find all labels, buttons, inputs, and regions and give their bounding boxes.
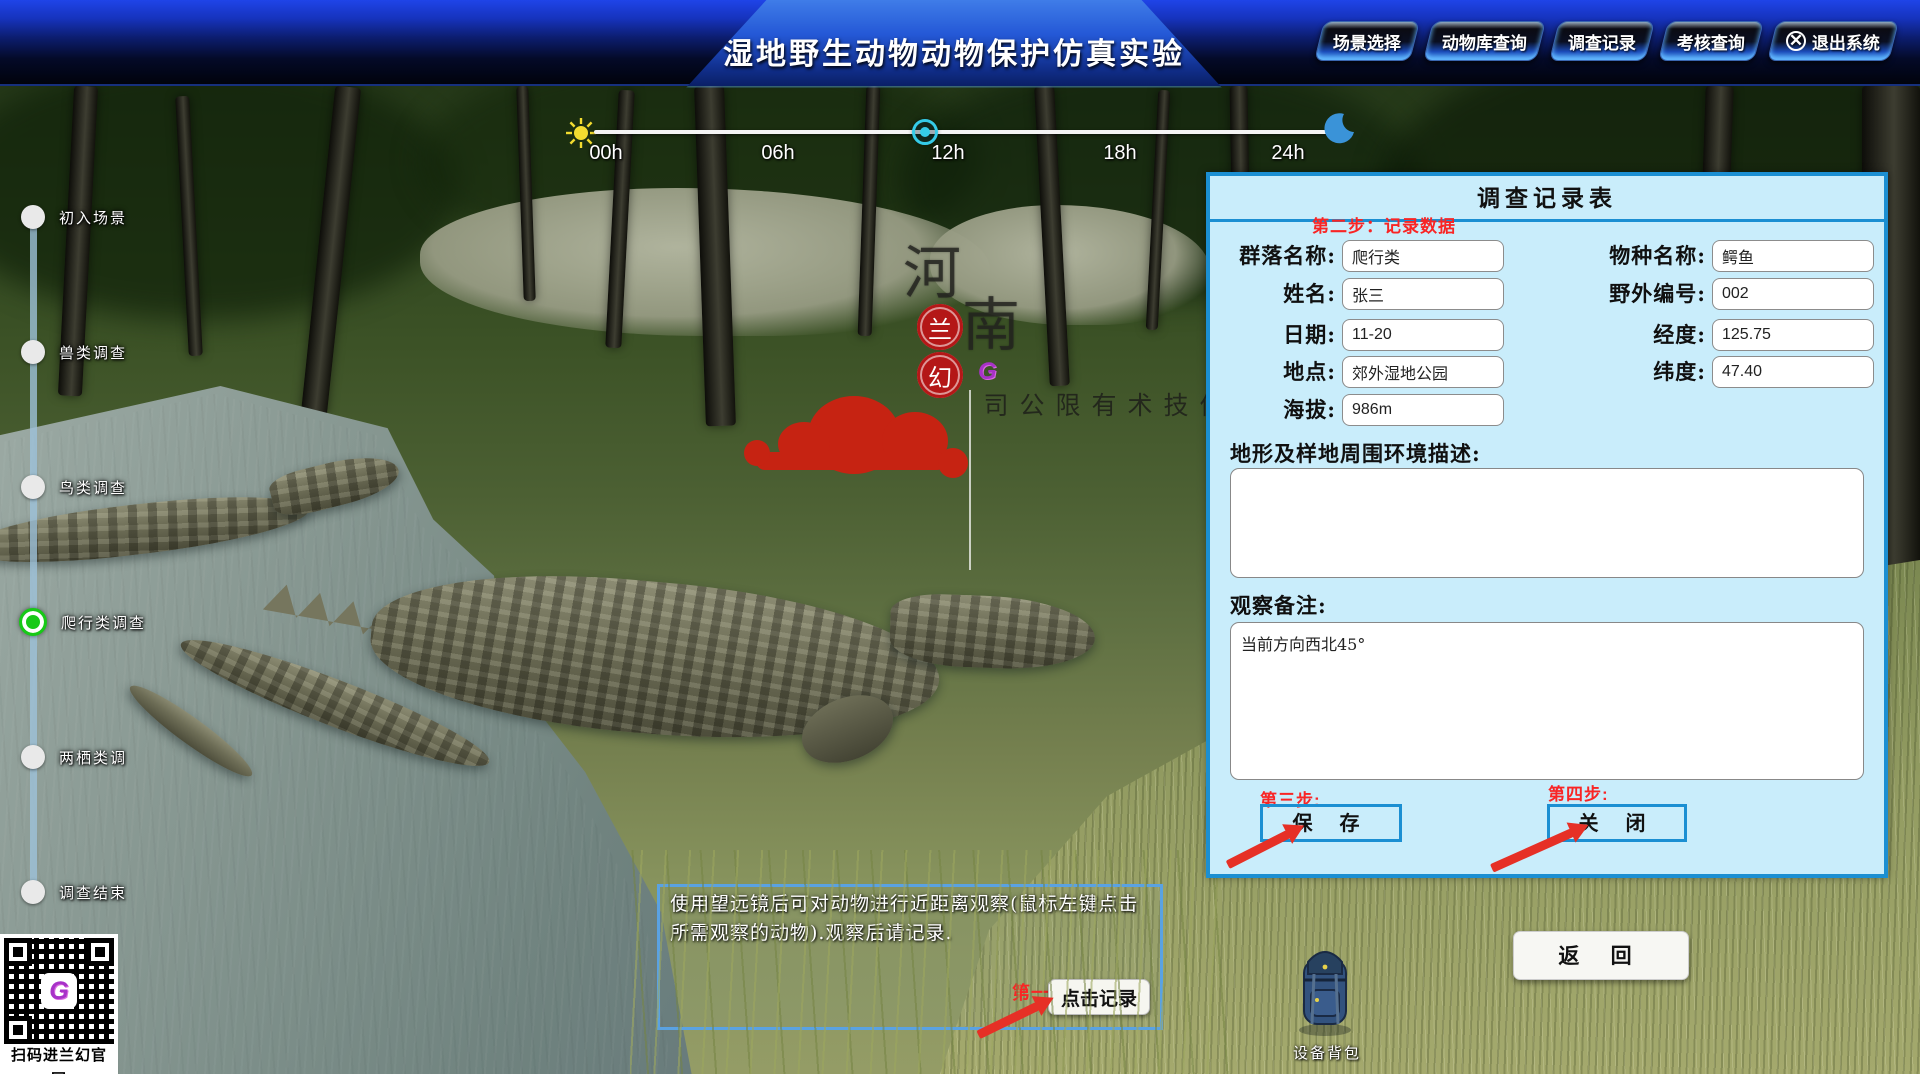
red-cloud-ornament [756, 396, 971, 496]
date-input[interactable] [1342, 319, 1504, 351]
latitude-input[interactable] [1712, 356, 1874, 388]
day-night-timeline: 00h 06h 12h 18h 24h [566, 104, 1356, 168]
progress-step-reptile-survey-active[interactable]: 爬行类调查 [21, 609, 146, 635]
app-stage: 河 南 兰 幻 G 软件技术有限公司 湿地野生动物动物保护仿真实验 场景选择 动… [0, 0, 1920, 1074]
species-name-label: 物种名称: [1550, 240, 1706, 272]
longitude-input[interactable] [1712, 319, 1874, 351]
progress-dot [21, 745, 45, 769]
progress-step-bird-survey[interactable]: 鸟类调查 [21, 474, 127, 500]
watermark-char: 河 [903, 226, 961, 310]
progress-dot-active [19, 608, 47, 636]
longitude-label: 经度: [1550, 319, 1706, 351]
top-header-bar: 湿地野生动物动物保护仿真实验 场景选择 动物库查询 调查记录 考核查询 ✕ 退出… [0, 0, 1920, 86]
progress-step-amphibian-survey[interactable]: 两栖类调 [21, 744, 127, 770]
observation-notes-textarea[interactable]: 当前方向西北45° [1230, 622, 1864, 780]
latitude-label: 纬度: [1550, 356, 1706, 388]
qr-center-logo: G [41, 973, 77, 1009]
timeline-tick: 12h [916, 142, 980, 165]
seal-stamp: 幻 [917, 352, 963, 398]
title-plate: 湿地野生动物动物保护仿真实验 [686, 0, 1222, 86]
date-label: 日期: [1210, 319, 1336, 351]
moon-icon [1322, 112, 1356, 151]
nav-animal-db-button[interactable]: 动物库查询 [1423, 21, 1546, 61]
observation-notes-label: 观察备注: [1230, 590, 1327, 620]
return-button[interactable]: 返 回 [1513, 931, 1689, 980]
qr-code-block[interactable]: G 扫码进兰幻官网 [0, 934, 118, 1074]
progress-dot [21, 475, 45, 499]
equipment-backpack-icon[interactable] [1292, 940, 1358, 1043]
survey-record-form-panel: 调查记录表 第二步：记录数据 群落名称: 姓名: 日期: 地点: 海拔: 物种名… [1206, 172, 1888, 878]
terrain-description-label: 地形及样地周围环境描述: [1230, 438, 1481, 468]
nav-survey-record-button[interactable]: 调查记录 [1549, 21, 1655, 61]
progress-step-mammal-survey[interactable]: 兽类调查 [21, 339, 127, 365]
location-label: 地点: [1210, 356, 1336, 388]
watermark-char: 南 [962, 278, 1020, 362]
app-title: 湿地野生动物动物保护仿真实验 [723, 13, 1185, 73]
altitude-input[interactable] [1342, 394, 1504, 426]
top-nav: 场景选择 动物库查询 调查记录 考核查询 ✕ 退出系统 [1319, 21, 1894, 61]
name-label: 姓名: [1210, 278, 1336, 310]
lanhuan-logo: G [978, 358, 997, 386]
exit-x-icon: ✕ [1786, 31, 1806, 51]
timeline-track[interactable] [594, 130, 1328, 134]
crocodile-large[interactable] [110, 540, 1110, 790]
qr-finder-icon [4, 938, 32, 966]
progress-dot [21, 880, 45, 904]
community-name-input[interactable] [1342, 240, 1504, 272]
altitude-label: 海拔: [1210, 394, 1336, 426]
step2-label: 第二步：记录数据 [1312, 212, 1456, 237]
timeline-tick: 06h [746, 142, 810, 165]
community-name-label: 群落名称: [1210, 240, 1336, 272]
seal-stamp: 兰 [917, 304, 963, 350]
progress-step-survey-end[interactable]: 调查结束 [21, 879, 127, 905]
progress-step-enter-scene[interactable]: 初入场景 [21, 204, 127, 230]
progress-dot [21, 205, 45, 229]
instruction-box: 使用望远镜后可对动物进行近距离观察(鼠标左键点击所需观察的动物).观察后请记录.… [657, 884, 1163, 1030]
progress-dot [21, 340, 45, 364]
qr-finder-icon [86, 938, 114, 966]
qr-pattern: G [4, 938, 114, 1044]
location-input[interactable] [1342, 356, 1504, 388]
field-number-label: 野外编号: [1550, 278, 1706, 310]
nav-scene-select-button[interactable]: 场景选择 [1314, 21, 1420, 61]
species-name-input[interactable] [1712, 240, 1874, 272]
name-input[interactable] [1342, 278, 1504, 310]
nav-exit-button[interactable]: ✕ 退出系统 [1767, 21, 1899, 61]
qr-caption: 扫码进兰幻官网 [4, 1044, 114, 1068]
timeline-tick: 18h [1088, 142, 1152, 165]
field-number-input[interactable] [1712, 278, 1874, 310]
click-record-button[interactable]: 点击记录 [1048, 979, 1150, 1015]
nav-assessment-button[interactable]: 考核查询 [1658, 21, 1764, 61]
instruction-text: 使用望远镜后可对动物进行近距离观察(鼠标左键点击所需观察的动物).观察后请记录. [660, 887, 1160, 952]
progress-line [30, 217, 37, 893]
step4-label: 第四步: [1548, 780, 1609, 805]
timeline-tick: 24h [1256, 142, 1320, 165]
terrain-description-textarea[interactable] [1230, 468, 1864, 578]
timeline-tick: 00h [574, 142, 638, 165]
backpack-label: 设备背包 [1282, 1042, 1372, 1063]
qr-finder-icon [4, 1016, 32, 1044]
